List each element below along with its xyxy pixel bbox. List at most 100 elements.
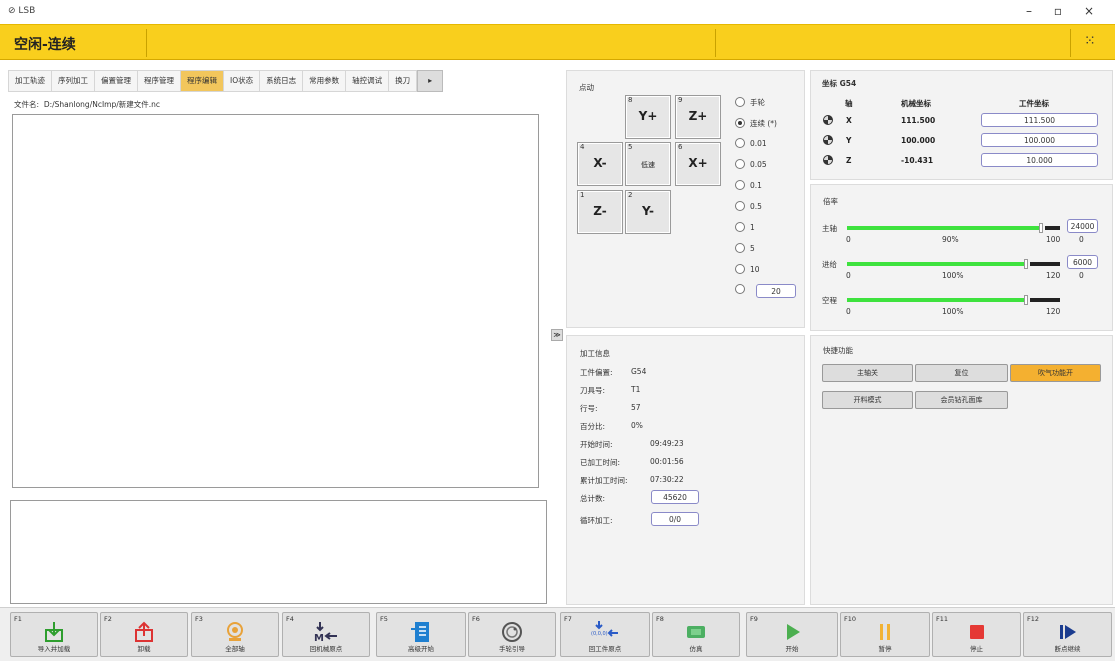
- f5-key-button[interactable]: F5 高级开始: [376, 612, 466, 657]
- minimize-button[interactable]: –: [1019, 4, 1039, 18]
- jog-low-speed-button[interactable]: 5 低速: [625, 142, 671, 186]
- tab-program-manager[interactable]: 程序管理: [137, 70, 180, 92]
- f12-key-button[interactable]: F12 断点继续: [1023, 612, 1112, 657]
- feed-rate-value[interactable]: 6000: [1067, 255, 1098, 269]
- jog-x-minus-button[interactable]: 4 X-: [577, 142, 623, 186]
- play-icon: [747, 619, 837, 645]
- feed-rate-label: 进给: [822, 260, 837, 269]
- step-mode-option[interactable]: 0.5: [735, 201, 762, 212]
- loop-value[interactable]: 0/0: [651, 512, 699, 526]
- axis-name: X: [846, 116, 852, 125]
- import-icon: [11, 619, 97, 645]
- step-mode-option[interactable]: 1: [735, 222, 755, 233]
- f8-key-button[interactable]: F8 仿真: [652, 612, 740, 657]
- jog-x-plus-button[interactable]: 6 X+: [675, 142, 721, 186]
- tab-scroll-right-icon[interactable]: ▸: [417, 70, 444, 92]
- radio-icon: [735, 243, 745, 253]
- axis-status-icon: [823, 155, 833, 165]
- feed-rate-slider[interactable]: [1024, 259, 1028, 269]
- resume-icon: [1024, 619, 1111, 645]
- tab-offset[interactable]: 偏置管理: [94, 70, 137, 92]
- step-mode-label: 10: [750, 265, 760, 274]
- custom-step-input[interactable]: 20: [756, 284, 796, 298]
- tab-sequence[interactable]: 序列加工: [51, 70, 94, 92]
- step-mode-option[interactable]: 10: [735, 264, 760, 275]
- tab-program-edit[interactable]: 程序编辑: [180, 70, 223, 92]
- f8-key-label: 仿真: [689, 645, 703, 653]
- jog-z-minus-button[interactable]: 1 Z-: [577, 190, 623, 234]
- step-mode-option[interactable]: 手轮: [735, 97, 765, 108]
- spindle-rate-slider[interactable]: [1039, 223, 1043, 233]
- work-coord-header: 工件坐标: [1019, 99, 1049, 108]
- f9-key-button[interactable]: F9 开始: [746, 612, 838, 657]
- f7-key-button[interactable]: F7 (0,0,0) 回工件原点: [560, 612, 650, 657]
- f11-key-button[interactable]: F11 停止: [932, 612, 1021, 657]
- spindle-rate-current: 0: [1079, 235, 1084, 244]
- close-button[interactable]: ×: [1079, 4, 1099, 18]
- coordinate-title: 坐标 G54: [822, 79, 857, 88]
- rapid-rate-track: [1030, 298, 1060, 302]
- line-value: 57: [631, 403, 641, 412]
- step-mode-label: 0.1: [750, 181, 762, 190]
- message-area[interactable]: [10, 500, 547, 604]
- panel-collapse-button[interactable]: ≫: [551, 329, 563, 341]
- simulate-icon: [653, 619, 739, 645]
- tab-system-log[interactable]: 系统日志: [259, 70, 303, 92]
- rapid-rate-label: 空程: [822, 296, 837, 305]
- tab-machining-path[interactable]: 加工轨迹: [8, 70, 51, 92]
- maximize-button[interactable]: ▫: [1048, 4, 1068, 18]
- advanced-start-icon: [377, 619, 465, 645]
- tab-io-status[interactable]: IO状态: [223, 70, 260, 92]
- rapid-rate-slider[interactable]: [1024, 295, 1028, 305]
- rapid-rate-min: 0: [846, 307, 851, 316]
- rapid-rate-fill: [847, 298, 1024, 302]
- f1-key-button[interactable]: F1 导入并加载: [10, 612, 98, 657]
- unload-icon: [101, 619, 187, 645]
- jog-title: 点动: [579, 83, 594, 92]
- f6-key-button[interactable]: F6 手轮引导: [468, 612, 556, 657]
- drill-library-button[interactable]: 会员钻孔面库: [915, 391, 1008, 409]
- jog-z-plus-button[interactable]: 9 Z+: [675, 95, 721, 139]
- air-blow-button[interactable]: 吹气功能开: [1010, 364, 1101, 382]
- step-mode-option[interactable]: 0.1: [735, 180, 762, 191]
- grid-menu-icon[interactable]: ⁙: [1084, 33, 1096, 49]
- step-mode-option[interactable]: 5: [735, 243, 755, 254]
- f3-key-label: 全部轴: [225, 645, 245, 653]
- f2-key-button[interactable]: F2 卸载: [100, 612, 188, 657]
- f10-key-button[interactable]: F10 暂停: [840, 612, 930, 657]
- work-coordinate-input[interactable]: 10.000: [981, 153, 1098, 167]
- radio-icon: [735, 180, 745, 190]
- tab-axis-debug[interactable]: 轴控调试: [345, 70, 389, 92]
- work-coordinate-input[interactable]: 111.500: [981, 113, 1098, 127]
- feed-rate-percent: 100%: [942, 271, 964, 280]
- jog-y-minus-button[interactable]: 2 Y-: [625, 190, 671, 234]
- machining-info-title: 加工信息: [580, 349, 610, 358]
- header-divider: [146, 29, 147, 57]
- step-mode-option[interactable]: 0.05: [735, 159, 767, 170]
- work-coordinate-input[interactable]: 100.000: [981, 133, 1098, 147]
- elapsed-time-label: 已加工时间:: [580, 458, 621, 467]
- program-editor[interactable]: [12, 114, 539, 488]
- radio-icon: [735, 97, 745, 107]
- step-mode-option[interactable]: 0.01: [735, 138, 767, 149]
- cutting-mode-button[interactable]: 开料模式: [822, 391, 913, 409]
- step-mode-custom[interactable]: [735, 284, 750, 295]
- feed-rate-track: [1030, 262, 1060, 266]
- f4-key-button[interactable]: F4 M 回机械原点: [282, 612, 370, 657]
- header-divider: [715, 29, 716, 57]
- machine-coordinate: 111.500: [901, 116, 936, 125]
- f3-key-button[interactable]: F3 全部轴: [191, 612, 279, 657]
- spindle-rate-value[interactable]: 24000: [1067, 219, 1098, 233]
- f11-key-label: 停止: [970, 645, 983, 653]
- axis-name: Z: [846, 156, 852, 165]
- rapid-rate-percent: 100%: [942, 307, 964, 316]
- svg-text:M: M: [314, 633, 324, 643]
- step-mode-option[interactable]: 连续 (*): [735, 118, 777, 129]
- tab-tool-change[interactable]: 换刀: [388, 70, 418, 92]
- jog-y-plus-button[interactable]: 8 Y+: [625, 95, 671, 139]
- reset-button[interactable]: 复位: [915, 364, 1008, 382]
- step-mode-label: 1: [750, 223, 755, 232]
- tab-common-params[interactable]: 常用参数: [302, 70, 346, 92]
- spindle-off-button[interactable]: 主轴关: [822, 364, 913, 382]
- handwheel-icon: [469, 619, 555, 645]
